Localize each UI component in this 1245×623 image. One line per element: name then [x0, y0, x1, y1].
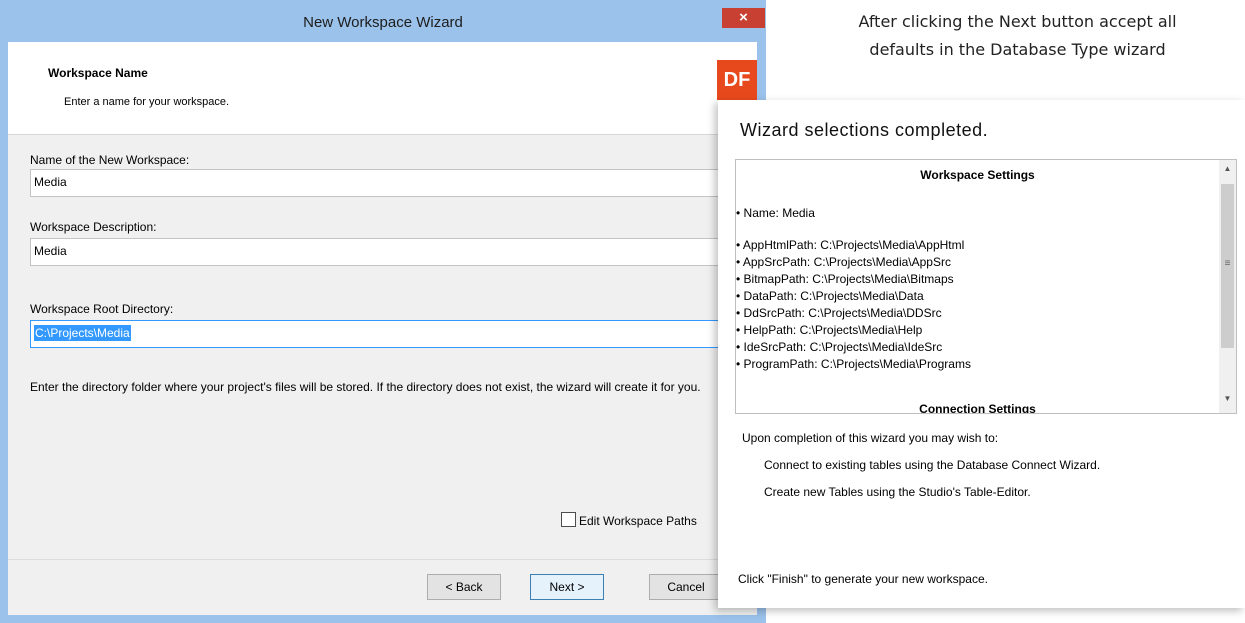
caption-line-2: defaults in the Database Type wizard — [869, 40, 1166, 59]
path-setting: • DdSrcPath: C:\Projects\Media\DDSrc — [736, 306, 942, 320]
window-title: New Workspace Wizard — [303, 14, 463, 31]
connect-tables-option: Connect to existing tables using the Dat… — [764, 458, 1101, 472]
wizard-header: Workspace Name Enter a name for your wor… — [8, 42, 757, 135]
workspace-description-input[interactable]: Media — [30, 238, 738, 266]
path-setting: • AppHtmlPath: C:\Projects\Media\AppHtml — [736, 238, 965, 252]
directory-help-text: Enter the directory folder where your pr… — [30, 380, 701, 394]
instruction-caption: After clicking the Next button accept al… — [790, 8, 1245, 64]
grip-icon: ≡ — [1224, 258, 1231, 269]
close-icon: × — [739, 9, 748, 26]
summary-title: Wizard selections completed. — [740, 120, 989, 140]
dataflex-logo: DF — [717, 60, 757, 100]
checkbox-unchecked-icon[interactable] — [561, 512, 576, 527]
workspace-name-input[interactable]: Media — [30, 169, 738, 197]
scroll-down-arrow-icon[interactable]: ▼ — [1219, 394, 1236, 403]
path-setting: • ProgramPath: C:\Projects\Media\Program… — [736, 357, 971, 371]
workspace-settings-heading: Workspace Settings — [920, 168, 1035, 182]
create-tables-option: Create new Tables using the Studio's Tab… — [764, 485, 1031, 499]
settings-content: Workspace Settings • Name: Media • AppHt… — [736, 160, 1219, 413]
path-setting: • DataPath: C:\Projects\Media\Data — [736, 289, 924, 303]
workspace-root-directory-label: Workspace Root Directory: — [30, 302, 174, 316]
settings-listbox[interactable]: Workspace Settings • Name: Media • AppHt… — [735, 159, 1237, 414]
path-setting: • BitmapPath: C:\Projects\Media\Bitmaps — [736, 272, 954, 286]
next-button[interactable]: Next > — [530, 574, 604, 600]
workspace-name-label: Name of the New Workspace: — [30, 153, 190, 167]
finish-instruction: Click "Finish" to generate your new work… — [738, 572, 988, 586]
scroll-up-arrow-icon[interactable]: ▲ — [1219, 164, 1236, 173]
title-bar[interactable]: New Workspace Wizard × — [0, 0, 766, 42]
path-setting: • HelpPath: C:\Projects\Media\Help — [736, 323, 923, 337]
workspace-root-directory-input[interactable]: C:\Projects\Media — [30, 320, 738, 348]
edit-workspace-paths-label: Edit Workspace Paths — [579, 514, 697, 528]
connection-settings-heading: Connection Settings — [919, 402, 1036, 413]
cancel-button[interactable]: Cancel — [649, 574, 723, 600]
wizard-client-area: Workspace Name Enter a name for your wor… — [8, 42, 757, 615]
vertical-scrollbar[interactable]: ▲ ≡ ▼ — [1219, 160, 1236, 413]
close-button[interactable]: × — [722, 8, 765, 28]
back-button[interactable]: < Back — [427, 574, 501, 600]
selected-root-directory-text: C:\Projects\Media — [34, 325, 131, 341]
path-setting: • AppSrcPath: C:\Projects\Media\AppSrc — [736, 255, 951, 269]
button-area-divider — [8, 559, 757, 560]
scrollbar-thumb[interactable]: ≡ — [1221, 184, 1234, 348]
wizard-summary-panel: Wizard selections completed. Workspace S… — [718, 100, 1245, 608]
new-workspace-wizard-dialog: New Workspace Wizard × Workspace Name En… — [0, 0, 766, 623]
caption-line-1: After clicking the Next button accept al… — [858, 12, 1177, 31]
edit-workspace-paths-checkbox[interactable]: Edit Workspace Paths — [561, 512, 697, 528]
path-setting: • IdeSrcPath: C:\Projects\Media\IdeSrc — [736, 340, 943, 354]
completion-text: Upon completion of this wizard you may w… — [742, 431, 999, 445]
name-setting: • Name: Media — [736, 206, 815, 220]
page-subtitle: Enter a name for your workspace. — [64, 96, 230, 108]
workspace-description-label: Workspace Description: — [30, 220, 157, 234]
page-title: Workspace Name — [48, 66, 148, 80]
